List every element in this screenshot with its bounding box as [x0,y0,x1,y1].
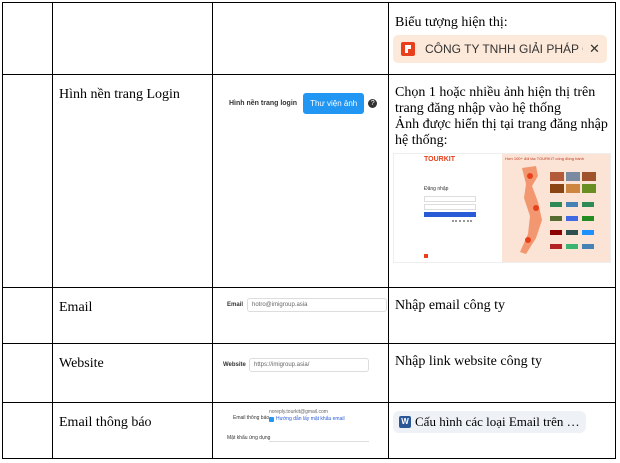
label-cell: Website [52,343,213,403]
login-submit-button [424,212,476,217]
desc-cell: W Cấu hình các loại Email trên … [388,402,616,459]
table-row: Biểu tượng hiện thị: CÔNG TY TNHH GIẢI P… [2,2,616,75]
brand-mark [424,254,428,258]
ui-cell: Hình nền trang login Thư viện ảnh ? [212,74,389,288]
login-dots [452,220,472,224]
form-label: Website [223,362,246,368]
row-description: Chọn 1 hoặc nhiều ảnh hiện thị trên tran… [395,85,608,148]
form-label: Email thông báo [233,415,270,421]
login-username-field [424,196,476,202]
help-icon[interactable]: ? [368,99,378,108]
login-password-field [424,204,476,210]
index-cell [2,74,53,288]
row-label: Email thông báo [59,415,152,430]
notification-email-field[interactable]: noreply.tourkit@gmail.com [269,409,328,415]
company-name: CÔNG TY TNHH GIẢI PHÁP CÔN [425,42,583,56]
label-cell: Email [52,287,213,344]
index-cell [2,287,53,344]
email-field[interactable]: hotro@imigroup.asia [247,298,387,312]
company-banner: CÔNG TY TNHH GIẢI PHÁP CÔN ✕ [393,35,607,63]
photo-library-button[interactable]: Thư viện ảnh [303,93,365,114]
row-description: Biểu tượng hiện thị: [395,15,508,30]
form-label: Hình nền trang login [229,100,298,107]
table-row: Email thông báo Email thông báo noreply.… [2,402,616,459]
tourkit-logo: TOURKIT [424,156,455,163]
desc-cell: Nhập link website công ty [388,343,616,403]
app-password-field[interactable] [269,433,369,442]
desc-cell: Nhập email công ty [388,287,616,344]
desc-cell: Chọn 1 hoặc nhiều ảnh hiện thị trên tran… [388,74,616,288]
doc-link-chip[interactable]: W Cấu hình các loại Email trên … [393,411,586,433]
close-icon[interactable]: ✕ [589,41,600,57]
table-row: Hình nền trang Login Hình nền trang logi… [2,74,616,288]
label-cell [52,2,213,75]
promo-panel: Hơn 100+ đối tác TOURKIT công đồng hành [502,154,610,262]
row-label: Website [59,356,104,371]
login-preview-image: TOURKIT Đăng nhập Hơn 100+ đối tác TOURK… [393,153,611,263]
index-cell [2,402,53,459]
desc-cell: Biểu tượng hiện thị: CÔNG TY TNHH GIẢI P… [388,2,616,75]
ui-cell [212,2,389,75]
app-password-label: Mật khẩu ứng dụng [227,435,271,441]
form-label: Email [227,302,244,308]
label-cell: Hình nền trang Login [52,74,213,288]
company-logo-icon [401,42,415,56]
index-cell [2,343,53,403]
label-cell: Email thông báo [52,402,213,459]
table-row: Website Website https://imigroup.asia/ N… [2,343,616,403]
row-description: Nhập link website công ty [395,354,542,369]
vietnam-map [520,166,596,254]
row-description: Nhập email công ty [395,298,506,313]
ui-cell: Website https://imigroup.asia/ [212,343,389,403]
ui-cell: Email hotro@imigroup.asia [212,287,389,344]
table-row: Email Email hotro@imigroup.asia Nhập ema… [2,287,616,344]
doc-link-text: Cấu hình các loại Email trên … [415,414,580,429]
spec-table: Biểu tượng hiện thị: CÔNG TY TNHH GIẢI P… [2,2,616,459]
row-label: Email [59,300,93,315]
row-label: Hình nền trang Login [59,87,180,102]
guide-link[interactable]: Hướng dẫn lấy mật khẩu email [276,416,345,422]
checkbox-icon[interactable] [269,417,274,422]
login-title: Đăng nhập [424,186,449,192]
website-field[interactable]: https://imigroup.asia/ [249,358,369,372]
index-cell [2,2,53,75]
word-doc-icon: W [399,416,411,428]
ui-cell: Email thông báo noreply.tourkit@gmail.co… [212,402,389,459]
